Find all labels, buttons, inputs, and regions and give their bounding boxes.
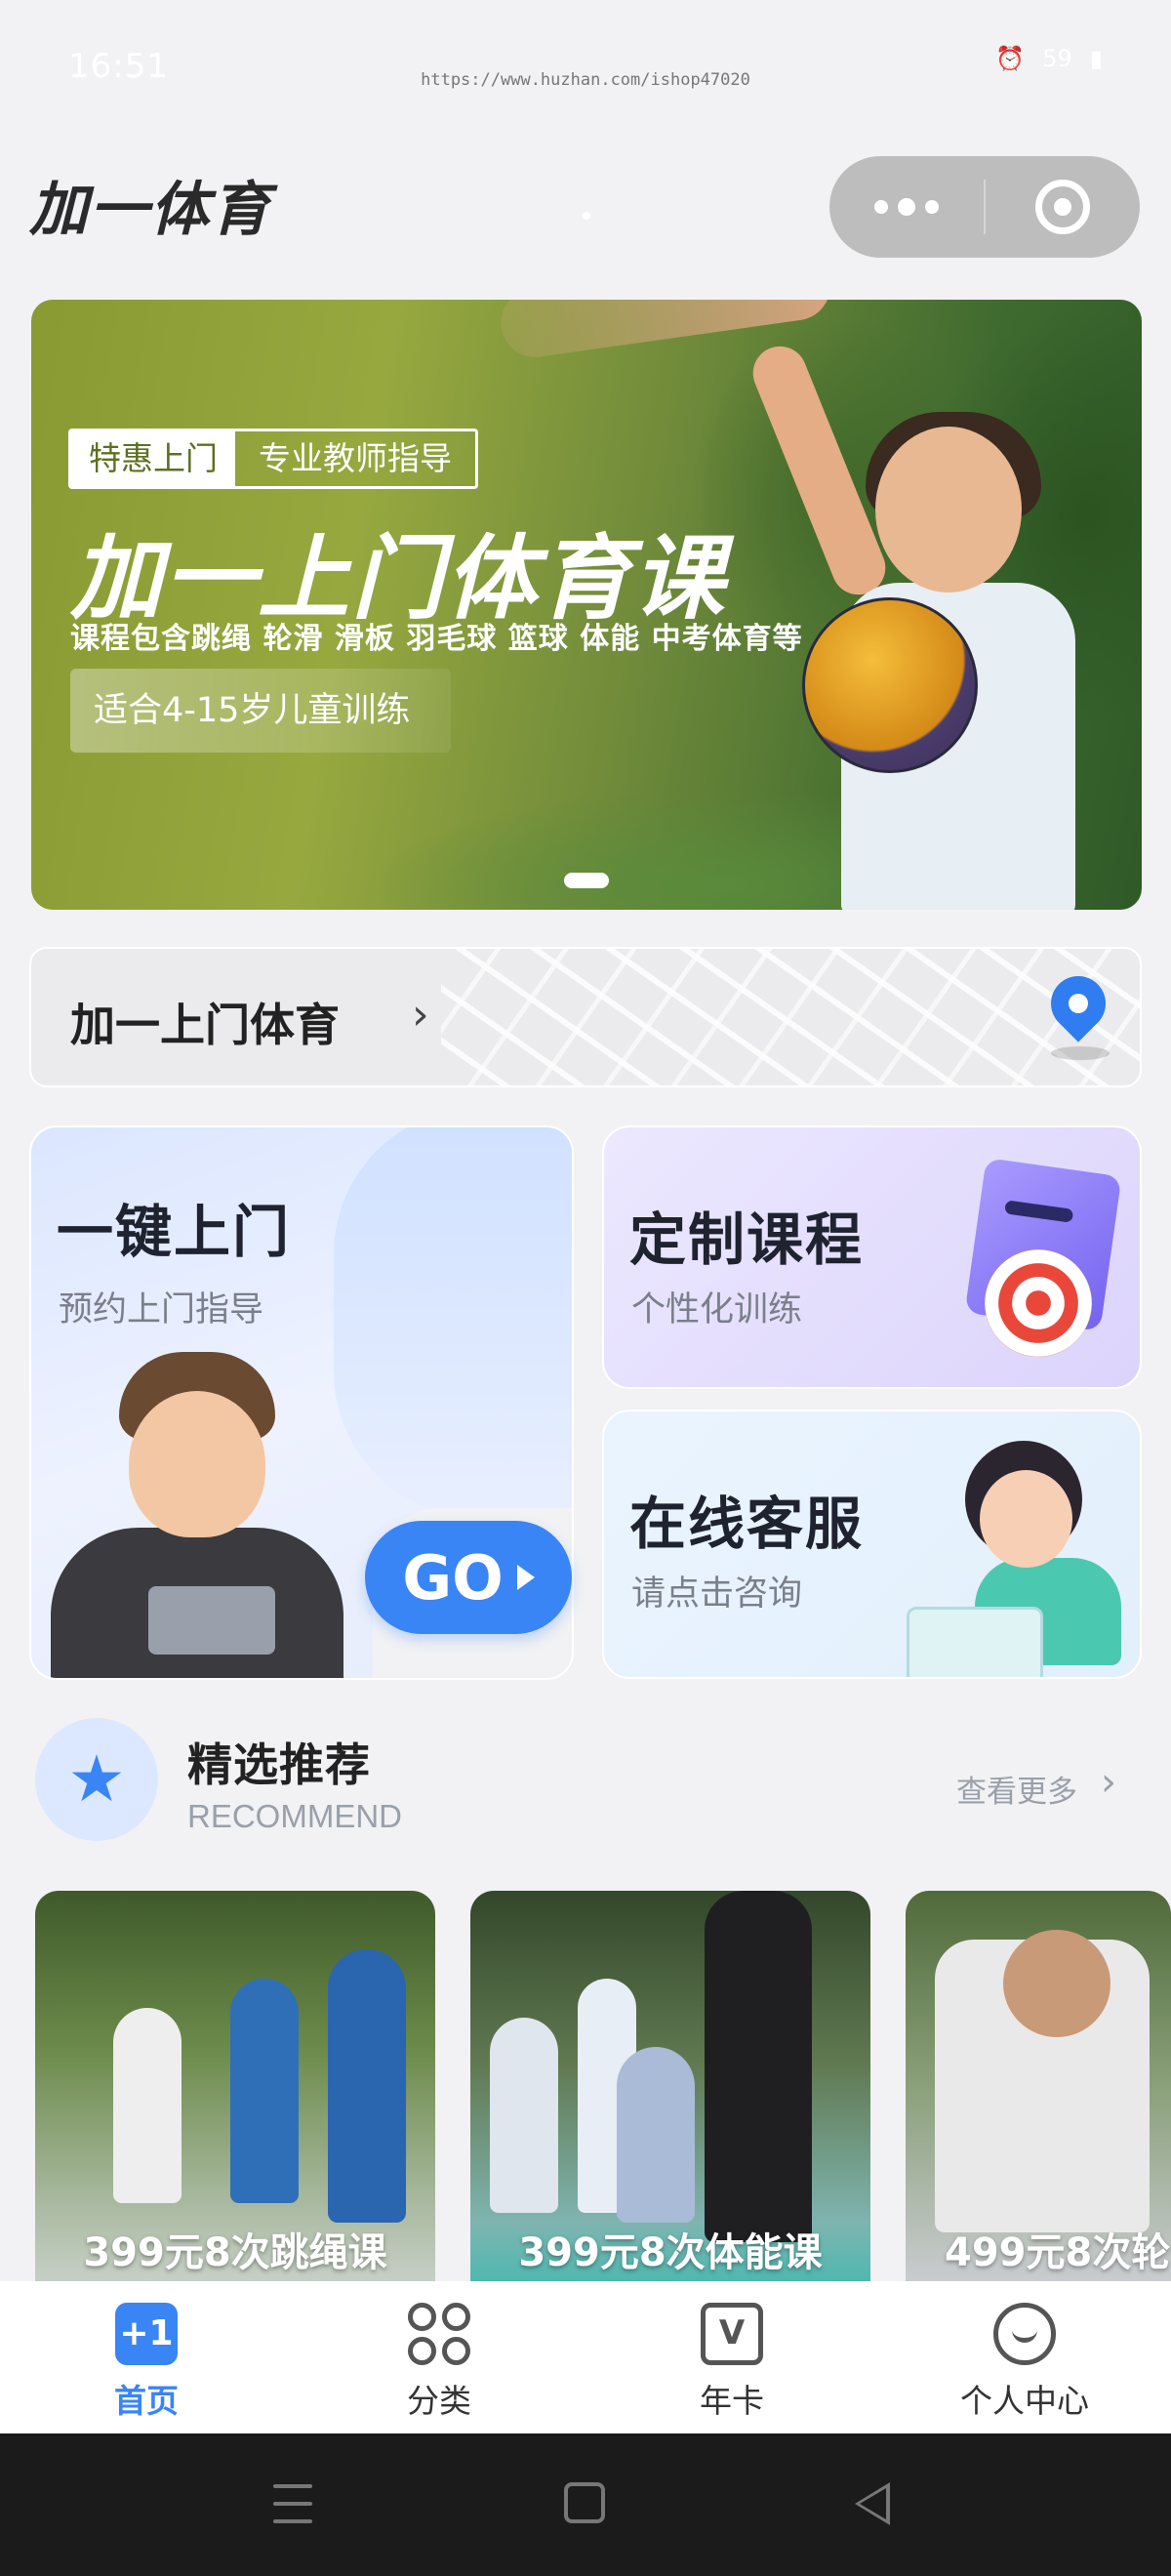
photo-figure [617,2047,695,2223]
tab-label: 分类 [407,2382,471,2420]
menu-icon[interactable] [273,2484,312,2523]
chevron-right-icon: › [412,990,429,1040]
tab-profile[interactable]: 个人中心 [878,2281,1171,2433]
coach-illustration [51,1352,373,1678]
carousel-indicator[interactable] [564,873,609,888]
star-icon: ★ [35,1718,158,1841]
section-title: 精选推荐 [187,1738,371,1791]
photo-figure [490,2018,558,2213]
go-label: GO [402,1541,504,1614]
tab-home[interactable]: +1 首页 [0,2281,293,2433]
miniprogram-capsule [829,156,1140,258]
banner-course-list: 课程包含跳绳 轮滑 滑板 羽毛球 篮球 体能 中考体育等 [70,622,803,656]
photo-figure [230,1979,299,2203]
photo-figure [113,2008,182,2203]
target-icon [985,1249,1092,1357]
tab-label: 首页 [114,2382,179,2420]
custom-course-title: 定制课程 [629,1206,865,1273]
online-service-subtitle: 请点击咨询 [631,1574,803,1614]
card-icon: V [701,2303,763,2365]
online-service-card[interactable]: 在线客服 请点击咨询 [602,1410,1142,1679]
chevron-right-icon[interactable]: › [1101,1760,1116,1805]
banner-tag-secondary: 专业教师指导 [259,439,452,477]
go-button[interactable]: GO [365,1521,572,1634]
product-title: 399元8次跳绳课 [83,2230,387,2275]
basketball-image [802,597,978,773]
tab-annual-card[interactable]: V 年卡 [586,2281,878,2433]
pin-shadow [1051,1046,1110,1060]
watermark-url: https://www.huzhan.com/ishop47020 [421,70,750,90]
home-square-icon[interactable] [564,2482,605,2523]
product-title: 499元8次轮 [945,2230,1171,2275]
dot-icon [898,198,915,216]
location-label: 加一上门体育 [70,999,340,1051]
product-card[interactable]: 499元8次轮 [906,1891,1171,2281]
location-bar[interactable]: 加一上门体育 › [29,947,1142,1087]
dot-icon [874,200,888,214]
play-arrow-icon [516,1565,535,1590]
product-card[interactable]: 399元8次体能课 [470,1891,870,2281]
customer-service-illustration [907,1431,1131,1677]
promo-banner[interactable]: 特惠上门 专业教师指导 加一上门体育课 课程包含跳绳 轮滑 滑板 羽毛球 篮球 … [31,300,1142,910]
battery-icon: ▮ [1089,45,1103,72]
product-title: 399元8次体能课 [518,2230,823,2275]
map-background [441,949,1140,1085]
tab-label: 年卡 [700,2382,764,2420]
tab-label: 个人中心 [960,2382,1089,2420]
section-subtitle: RECOMMEND [187,1798,402,1834]
signal-strength: 59 [1042,45,1072,72]
onekey-title: 一键上门 [57,1199,292,1265]
bottom-tab-bar: +1 首页 分类 V 年卡 个人中心 [0,2281,1171,2433]
system-nav-bar [0,2433,1171,2576]
banner-age-range: 适合4-15岁儿童训练 [70,669,451,753]
photo-figure [1003,1930,1110,2037]
page-indicator-dot [583,212,590,220]
banner-tag-primary: 特惠上门 [71,431,235,486]
banner-tags: 特惠上门 专业教师指导 [68,429,478,489]
status-icons: ⏰ 59 ▮ [995,45,1103,72]
photo-figure [705,1891,812,2242]
custom-course-subtitle: 个性化训练 [631,1290,803,1329]
app-logo: 加一体育 [29,176,271,244]
more-options-button[interactable] [829,156,984,258]
product-card[interactable]: 399元8次跳绳课 [35,1891,435,2281]
onekey-subtitle: 预约上门指导 [59,1290,264,1329]
smile-icon [993,2303,1056,2365]
tab-category[interactable]: 分类 [293,2281,586,2433]
home-icon: +1 [115,2303,178,2365]
status-bar: 16:51 https://www.huzhan.com/ishop47020 … [0,0,1171,146]
alarm-icon: ⏰ [995,45,1026,72]
target-icon [1035,180,1090,234]
custom-course-card[interactable]: 定制课程 个性化训练 [602,1125,1142,1389]
view-more-link[interactable]: 查看更多 [956,1767,1077,1811]
photo-figure [328,1949,406,2223]
close-miniprogram-button[interactable] [986,156,1140,258]
grid-icon [408,2303,470,2365]
back-triangle-icon[interactable] [855,2482,890,2525]
dot-icon [925,200,939,214]
online-service-title: 在线客服 [629,1491,865,1557]
